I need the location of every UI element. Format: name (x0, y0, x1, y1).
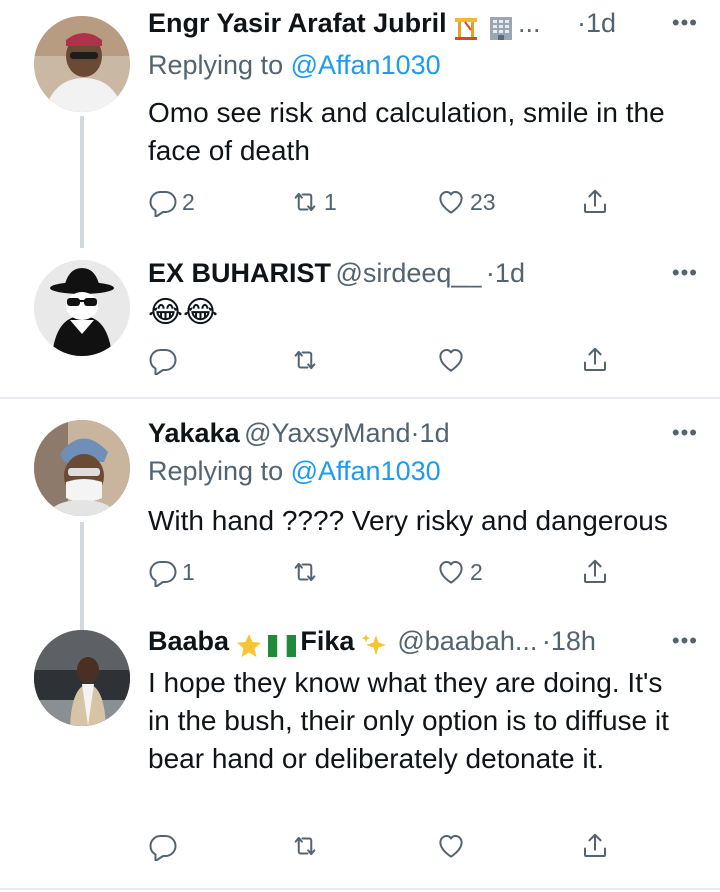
tweet[interactable]: Engr Yasir Arafat Jubril ... ·1d ••• Rep… (0, 0, 720, 250)
share-icon (580, 187, 610, 217)
reply-count: 2 (182, 188, 195, 215)
avatar[interactable] (34, 16, 130, 112)
tweet-actions (148, 340, 618, 380)
tweet-header: Engr Yasir Arafat Jubril ... ·1d ••• (148, 8, 702, 44)
glowing-star-emoji-icon (236, 633, 261, 657)
more-options-icon[interactable]: ••• (672, 628, 698, 654)
tweet[interactable]: Yakaka @YaxsyMand·1d ••• Replying to @Af… (0, 400, 720, 618)
replying-to: Replying to @Affan1030 (148, 50, 441, 81)
replying-to-label: Replying to (148, 456, 284, 486)
tweet[interactable]: Baaba Fika @baabah... ·18h ••• I hope th… (0, 618, 720, 892)
sparkles-emoji-icon (361, 633, 386, 655)
nigeria-flag-icon (267, 634, 296, 657)
like-count: 23 (470, 188, 496, 215)
more-options-icon[interactable]: ••• (672, 10, 698, 36)
retweet-button[interactable] (290, 340, 320, 380)
more-options-icon[interactable]: ••• (672, 260, 698, 286)
separator-dot: · (541, 626, 551, 656)
tweet-text-emoji: 😂😂 (148, 296, 219, 329)
tweet-header: Baaba Fika @baabah... ·18h ••• (148, 626, 702, 662)
timestamp[interactable]: 18h (551, 626, 596, 656)
retweet-button[interactable] (290, 826, 320, 866)
construction-emoji-icon (455, 17, 478, 40)
tweet-text: With hand ???? Very risky and dangerous (148, 505, 668, 536)
display-name[interactable]: Yakaka (148, 418, 240, 448)
mention-link[interactable]: @Affan1030 (291, 50, 441, 80)
reply-count: 1 (182, 558, 195, 585)
share-icon (580, 345, 610, 375)
share-button[interactable] (580, 182, 610, 222)
display-name-part[interactable]: Baaba (148, 626, 229, 656)
separator-dot: · (410, 418, 420, 448)
like-button[interactable] (436, 826, 466, 866)
tweet-actions: 1 2 (148, 552, 618, 592)
share-icon (580, 557, 610, 587)
more-options-icon[interactable]: ••• (672, 420, 698, 446)
tweet[interactable]: EX BUHARIST @sirdeeq__ ·1d ••• 😂😂 (0, 250, 720, 394)
retweet-button[interactable] (290, 552, 320, 592)
like-icon (436, 557, 466, 587)
separator-dot: · (485, 258, 495, 288)
tweet-header: EX BUHARIST @sirdeeq__ ·1d ••• (148, 258, 702, 294)
share-button[interactable] (580, 552, 610, 592)
display-name[interactable]: Engr Yasir Arafat Jubril (148, 8, 447, 38)
reply-button[interactable] (148, 340, 178, 380)
reply-button[interactable]: 2 (148, 182, 195, 222)
tweet-actions: 2 1 23 (148, 182, 618, 222)
timestamp[interactable]: 1d (495, 258, 525, 288)
retweet-icon (290, 831, 320, 861)
replying-to-label: Replying to (148, 50, 284, 80)
name-truncation: ... (517, 8, 541, 38)
avatar[interactable] (34, 420, 130, 516)
tweet-header: Yakaka @YaxsyMand·1d ••• (148, 418, 702, 454)
share-button[interactable] (580, 826, 610, 866)
avatar[interactable] (34, 630, 130, 726)
timestamp[interactable]: 1d (586, 8, 616, 38)
like-count: 2 (470, 558, 483, 585)
like-button[interactable] (436, 340, 466, 380)
separator-dot: · (576, 8, 586, 38)
like-button[interactable]: 2 (436, 552, 483, 592)
user-handle[interactable]: @baabah... (397, 626, 537, 656)
share-icon (580, 831, 610, 861)
reply-icon (148, 345, 178, 375)
reply-button[interactable] (148, 826, 178, 866)
retweet-icon (290, 557, 320, 587)
display-name-part[interactable]: Fika (300, 626, 354, 656)
retweet-count: 1 (324, 188, 337, 215)
tweet-actions (148, 826, 618, 866)
reply-icon (148, 187, 178, 217)
tweet-text: Omo see risk and calculation, smile in t… (148, 97, 665, 166)
like-icon (436, 187, 466, 217)
replying-to: Replying to @Affan1030 (148, 456, 441, 487)
reply-button[interactable]: 1 (148, 552, 195, 592)
mention-link[interactable]: @Affan1030 (291, 456, 441, 486)
tweet-text: I hope they know what they are doing. It… (148, 667, 669, 774)
like-icon (436, 345, 466, 375)
user-handle[interactable]: @sirdeeq__ (335, 258, 481, 288)
office-building-emoji-icon (489, 16, 512, 40)
like-icon (436, 831, 466, 861)
retweet-icon (290, 345, 320, 375)
avatar[interactable] (34, 260, 130, 356)
tweet-divider (0, 888, 720, 890)
tweet-text: 😂😂 (148, 294, 702, 332)
tweet-divider (0, 397, 720, 399)
share-button[interactable] (580, 340, 610, 380)
like-button[interactable]: 23 (436, 182, 496, 222)
reply-icon (148, 557, 178, 587)
display-name[interactable]: EX BUHARIST (148, 258, 331, 288)
user-handle[interactable]: @YaxsyMand (244, 418, 410, 448)
timestamp[interactable]: 1d (420, 418, 450, 448)
reply-icon (148, 831, 178, 861)
retweet-button[interactable]: 1 (290, 182, 337, 222)
retweet-icon (290, 187, 320, 217)
